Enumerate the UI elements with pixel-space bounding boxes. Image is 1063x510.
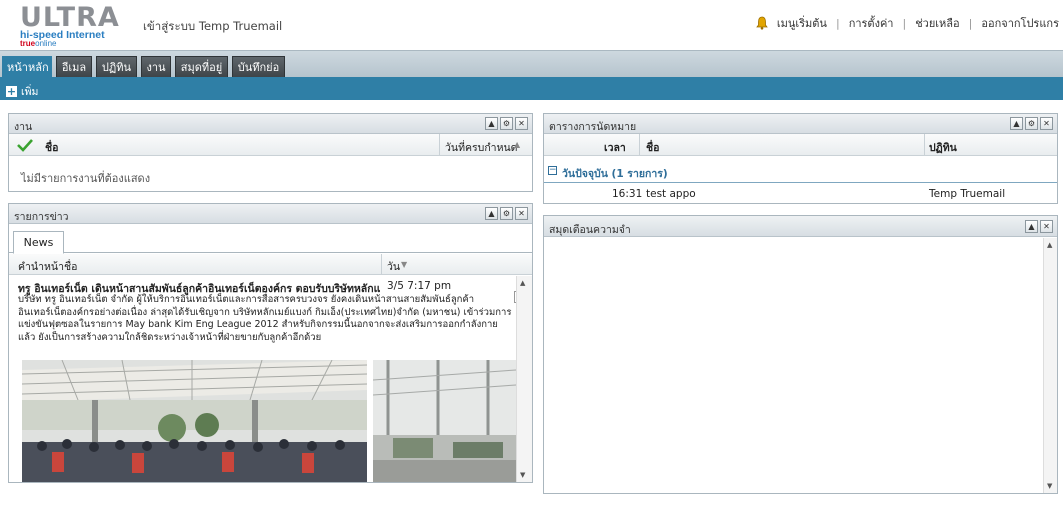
tasks-column-header: ชื่อ วันที่ครบกำหนด ▲ [9,134,532,156]
tab-email[interactable]: อีเมล [56,56,92,78]
tasks-panel-title: งาน [14,121,33,133]
reminders-panel: สมุดเตือนความจำ ▲ ✕ ▲ ▼ [543,215,1058,494]
close-icon[interactable]: ✕ [515,117,528,130]
link-home-menu[interactable]: เมนูเริ่มต้น [777,14,827,32]
appointments-group-row[interactable]: − วันปัจจุบัน (1 รายการ) [544,161,1057,183]
link-help[interactable]: ช่วยเหลือ [915,14,959,32]
tasks-panel: งาน ▲ ⚙ ✕ ชื่อ วันที่ครบกำหนด ▲ ไม่มีราย… [8,113,533,192]
tasks-panel-header: งาน ▲ ⚙ ✕ [9,114,532,134]
news-column-header: คำนำหน้าชื่อ วัน ▼ [9,254,532,275]
close-icon[interactable]: ✕ [1040,117,1053,130]
collapse-icon[interactable]: ▲ [485,117,498,130]
sort-desc-icon: ▼ [401,260,408,269]
collapse-group-icon[interactable]: − [548,166,557,175]
appointments-panel-title: ตารางการนัดหมาย [549,121,637,133]
bell-icon[interactable] [755,16,769,30]
link-logout[interactable]: ออกจากโปรแกร [981,14,1059,32]
collapse-icon[interactable]: ▲ [1010,117,1023,130]
appointments-panel-header: ตารางการนัดหมาย ▲ ⚙ ✕ [544,114,1057,134]
close-icon[interactable]: ✕ [1040,220,1053,233]
news-list: ทรู อินเทอร์เน็ต เดินหน้าสานสัมพันธ์ลูกค… [9,276,516,482]
news-item-body: บริษัท ทรู อินเทอร์เน็ต จำกัด ผู้ให้บริก… [18,294,512,343]
tasks-col-due[interactable]: วันที่ครบกำหนด [445,139,518,156]
appointments-col-calendar[interactable]: ปฏิทิน [929,139,957,156]
collapse-icon[interactable]: ▲ [1025,220,1038,233]
appointments-column-header: เวลา ชื่อ ปฏิทิน [544,134,1057,156]
news-scrollbar[interactable]: ▲ ▼ [516,276,532,482]
news-item-date: 3/5 7:17 pm [387,280,452,292]
add-button[interactable]: + เพิ่ม [6,83,38,100]
scroll-down-icon[interactable]: ▼ [1047,482,1052,490]
gear-icon[interactable]: ⚙ [1025,117,1038,130]
appointments-col-name[interactable]: ชื่อ [646,139,659,156]
news-panel-header: รายการข่าว ▲ ⚙ ✕ [9,204,532,224]
header: ULTRA hi-speed Internet trueonline เข้าส… [0,0,1063,50]
tab-address-book[interactable]: สมุดที่อยู่ [175,56,228,78]
ultra-logo[interactable]: ULTRA hi-speed Internet trueonline [20,2,120,48]
scroll-down-icon[interactable]: ▼ [520,471,525,479]
news-photo-main[interactable] [22,360,367,482]
appointments-group-label: วันปัจจุบัน (1 รายการ) [562,168,668,180]
login-status: เข้าสู่ระบบ Temp Truemail [143,19,283,33]
tab-calendar[interactable]: ปฏิทิน [96,56,137,78]
gear-icon[interactable]: ⚙ [500,117,513,130]
scroll-up-icon[interactable]: ▲ [520,279,525,287]
appointment-time: 16:31 [612,188,643,200]
news-panel-title: รายการข่าว [14,211,69,223]
news-col-headline[interactable]: คำนำหน้าชื่อ [18,258,77,275]
sort-asc-icon: ▲ [514,140,521,149]
news-panel: รายการข่าว ▲ ⚙ ✕ News คำนำหน้าชื่อ วัน ▼… [8,203,533,483]
reminders-scrollbar[interactable]: ▲ ▼ [1043,238,1057,493]
tab-home[interactable]: หน้าหลัก [2,56,52,78]
appointments-panel: ตารางการนัดหมาย ▲ ⚙ ✕ เวลา ชื่อ ปฏิทิน −… [543,113,1058,204]
checkmark-icon[interactable] [17,138,33,152]
top-links: เมนูเริ่มต้น | การตั้งค่า | ช่วยเหลือ | … [755,14,1059,32]
logo-brand: trueonline [20,39,57,48]
link-settings[interactable]: การตั้งค่า [849,14,894,32]
table-row[interactable]: 16:31 test appo Temp Truemail [544,184,1057,204]
tasks-empty-text: ไม่มีรายการงานที่ต้องแสดง [21,172,151,185]
appointment-name: test appo [646,188,696,200]
scroll-up-icon[interactable]: ▲ [1047,241,1052,249]
tab-tasks[interactable]: งาน [141,56,171,78]
appointment-calendar: Temp Truemail [929,188,1006,200]
tab-news[interactable]: News [13,231,64,254]
news-photo-secondary[interactable] [373,360,516,482]
tasks-col-name[interactable]: ชื่อ [45,139,58,156]
collapse-icon[interactable]: ▲ [485,207,498,220]
plus-icon: + [6,85,17,98]
appointments-col-time[interactable]: เวลา [604,139,626,156]
reminders-panel-header: สมุดเตือนความจำ ▲ ✕ [544,216,1057,237]
add-label: เพิ่ม [21,86,39,98]
news-tab-strip: News [9,225,532,254]
action-bar: + เพิ่ม [0,77,1063,100]
news-col-date[interactable]: วัน [387,258,400,275]
reminders-panel-title: สมุดเตือนความจำ [549,224,631,236]
close-icon[interactable]: ✕ [515,207,528,220]
tab-notes[interactable]: บันทึกย่อ [232,56,285,78]
tab-bar: หน้าหลัก อีเมล ปฏิทิน งาน สมุดที่อยู่ บั… [0,50,1063,78]
logo-ultra-text: ULTRA [20,2,120,33]
gear-icon[interactable]: ⚙ [500,207,513,220]
